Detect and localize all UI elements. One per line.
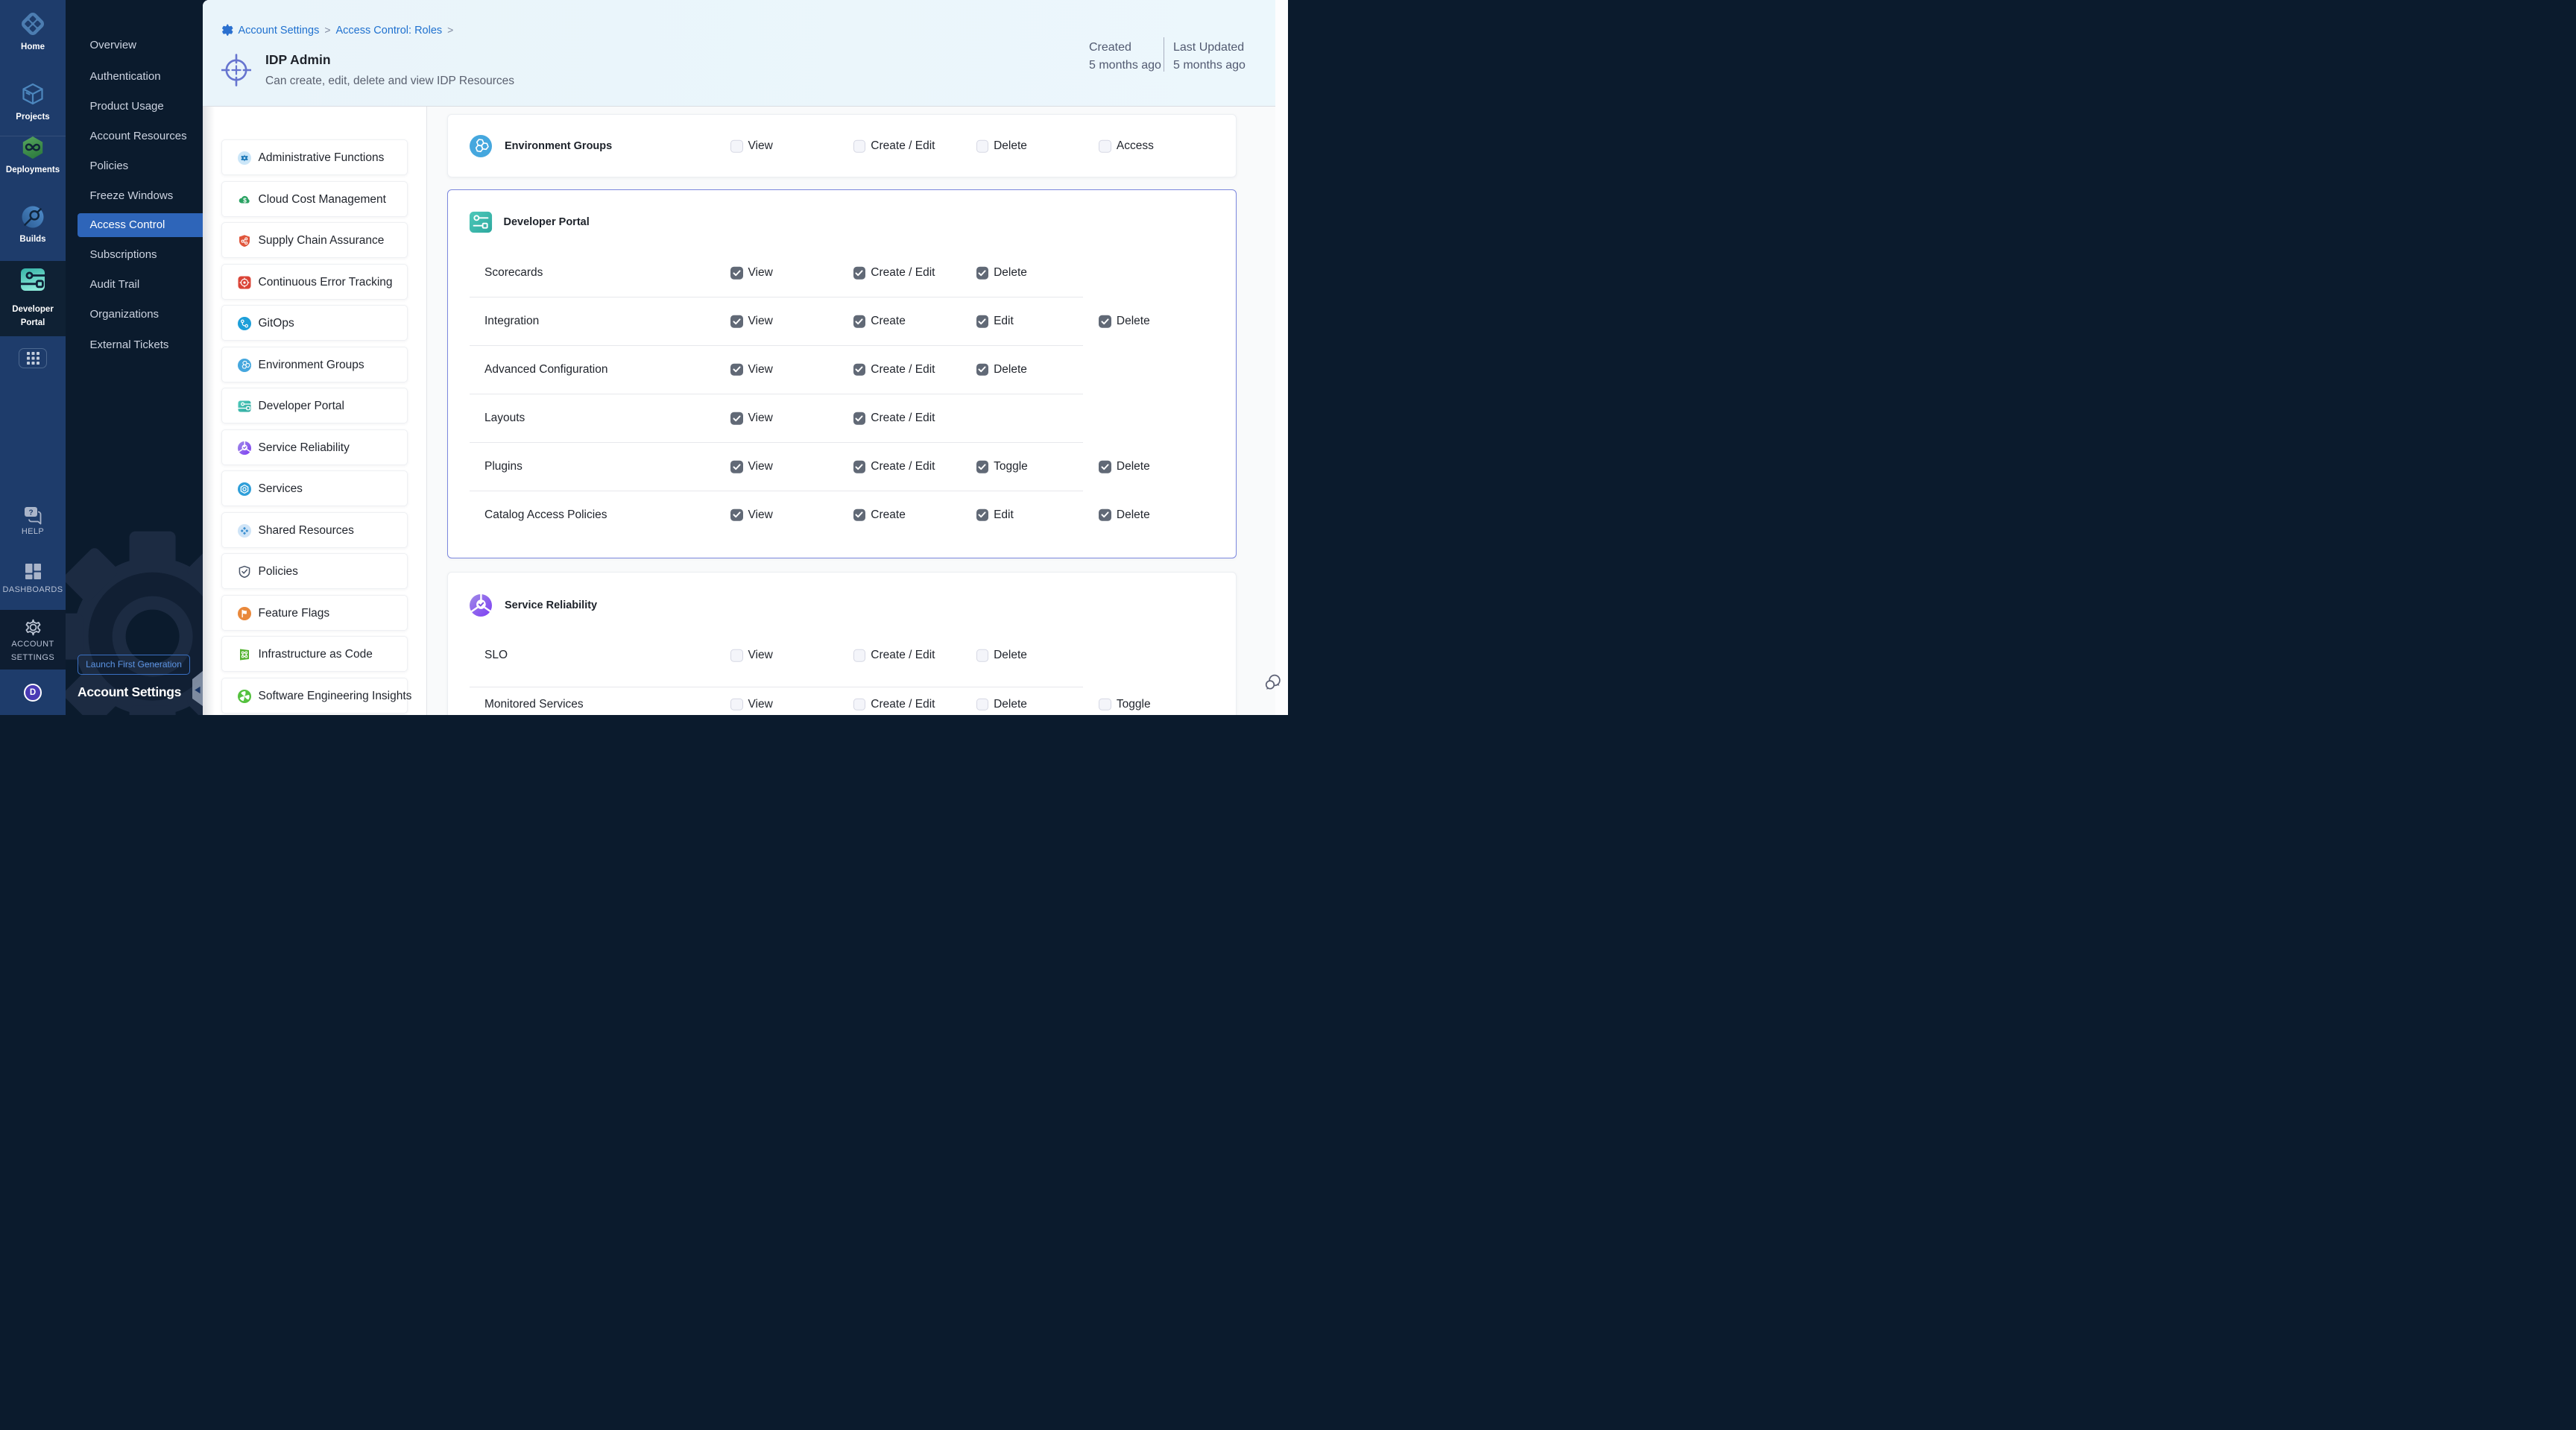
- svg-text:$: $: [243, 196, 247, 204]
- svg-text:?: ?: [28, 509, 33, 517]
